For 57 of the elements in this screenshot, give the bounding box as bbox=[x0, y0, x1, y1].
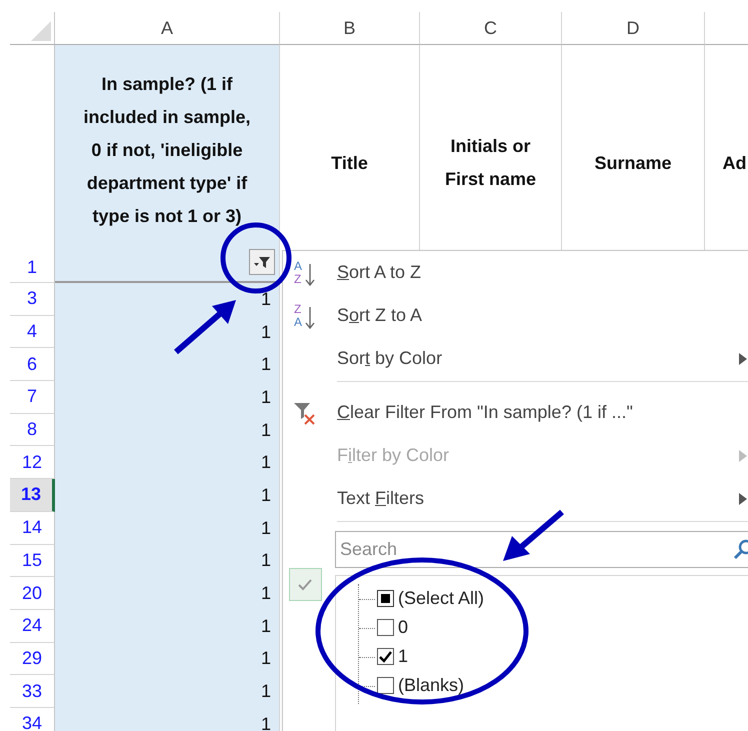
row-header[interactable]: 15 bbox=[10, 544, 55, 578]
table-cell: 1 bbox=[55, 381, 280, 414]
checkbox[interactable] bbox=[377, 619, 394, 636]
table-cell: 1 bbox=[55, 610, 280, 643]
check-icon bbox=[288, 568, 322, 601]
row-header[interactable]: 24 bbox=[10, 610, 55, 643]
value-label[interactable]: (Blanks) bbox=[398, 675, 464, 696]
header-cell-text: Title bbox=[331, 152, 368, 174]
row-header[interactable]: 13 bbox=[10, 479, 55, 512]
table-cell: 1 bbox=[55, 414, 280, 446]
value-label[interactable]: (Select All) bbox=[398, 588, 484, 609]
row-header[interactable]: 3 bbox=[10, 283, 55, 316]
table-cell: 1 bbox=[55, 348, 280, 382]
row-header[interactable]: 14 bbox=[10, 512, 55, 544]
checkbox[interactable] bbox=[377, 590, 394, 607]
checkbox[interactable] bbox=[377, 677, 394, 694]
column-header[interactable]: B bbox=[280, 12, 420, 45]
table-cell: 1 bbox=[55, 708, 280, 731]
table-cell: 1 bbox=[55, 642, 280, 676]
search-field[interactable]: Search bbox=[335, 531, 748, 568]
menu-item[interactable]: A Z Sort A to Z bbox=[283, 251, 748, 294]
header-cell-text: Surname bbox=[594, 152, 672, 174]
submenu-arrow-icon bbox=[739, 352, 747, 364]
annotation-arrow bbox=[500, 508, 566, 564]
table-cell: 1 bbox=[55, 283, 280, 316]
filter-dropdown-button[interactable] bbox=[249, 249, 275, 275]
header-cell-text: In sample? (1 if included in sample, 0 if not, 'ineligible department type' if type is not 1 or 3) bbox=[82, 72, 252, 228]
row-header[interactable]: 20 bbox=[10, 577, 55, 610]
menu-item[interactable]: Z A Sort Z to A bbox=[283, 294, 748, 337]
column-header[interactable]: A bbox=[55, 12, 280, 45]
filter-icon bbox=[253, 254, 271, 270]
value-label[interactable]: 1 bbox=[398, 646, 408, 667]
table-cell: 1 bbox=[55, 316, 280, 348]
table-cell: 1 bbox=[55, 544, 280, 578]
row-header[interactable]: 6 bbox=[10, 348, 55, 382]
menu-item[interactable]: Text Filters bbox=[283, 477, 748, 520]
menu-item[interactable]: Sort by Color bbox=[283, 337, 748, 380]
submenu-arrow-icon bbox=[739, 492, 747, 504]
header-cell-text: Ad bbox=[722, 152, 746, 174]
row-header[interactable]: 8 bbox=[10, 414, 55, 446]
table-cell: 1 bbox=[55, 512, 280, 544]
checkbox[interactable] bbox=[377, 648, 394, 665]
row-header[interactable]: 1 bbox=[10, 45, 55, 283]
row-header[interactable]: 33 bbox=[10, 675, 55, 708]
table-cell: 1 bbox=[55, 675, 280, 708]
table-cell: 1 bbox=[55, 577, 280, 610]
header-cell-text: Initials or First name bbox=[444, 135, 538, 191]
table-cell: 1 bbox=[55, 446, 280, 480]
menu-item[interactable]: Clear Filter From "In sample? (1 if ..." bbox=[283, 391, 748, 434]
row-header[interactable]: 12 bbox=[10, 446, 55, 480]
row-header[interactable]: 7 bbox=[10, 381, 55, 414]
column-header[interactable]: D bbox=[562, 12, 705, 45]
column-header[interactable]: C bbox=[420, 12, 562, 45]
value-label[interactable]: 0 bbox=[398, 617, 408, 638]
table-cell: 1 bbox=[55, 479, 280, 512]
row-header[interactable]: 29 bbox=[10, 642, 55, 676]
row-header[interactable]: 4 bbox=[10, 316, 55, 348]
